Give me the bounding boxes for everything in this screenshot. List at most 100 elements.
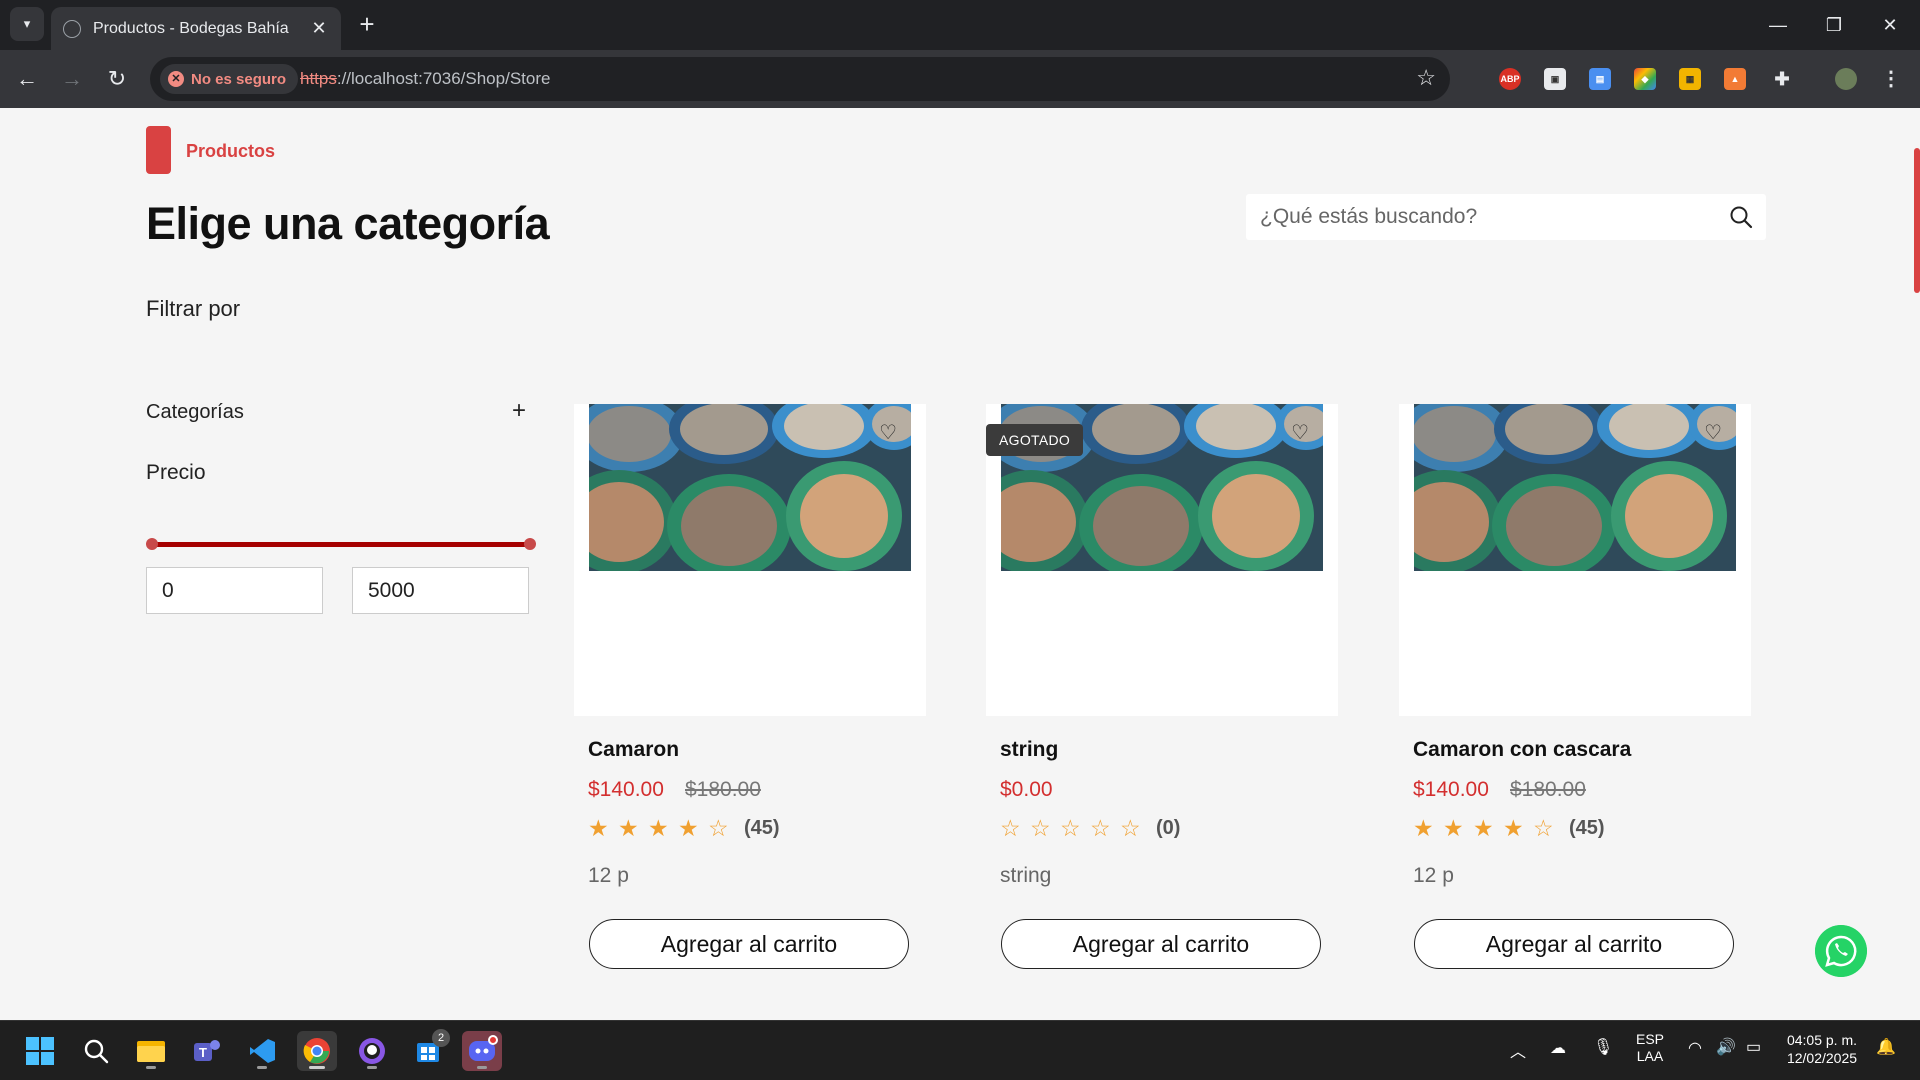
star-filled-icon: ★ xyxy=(618,815,639,841)
star-filled-icon: ★ xyxy=(1413,815,1434,841)
wifi-icon[interactable]: ◠ xyxy=(1688,1038,1702,1058)
teams-icon[interactable]: T xyxy=(187,1031,227,1071)
star-empty-icon: ☆ xyxy=(1030,815,1051,841)
discord-icon[interactable] xyxy=(462,1031,502,1071)
wishlist-heart-icon[interactable]: ♡ xyxy=(879,420,897,445)
onedrive-cloud-icon[interactable]: ☁ xyxy=(1550,1038,1566,1058)
page-scrollbar[interactable] xyxy=(1912,108,1920,1020)
product-image[interactable]: ♡ xyxy=(1414,404,1736,571)
product-description: string xyxy=(1000,864,1052,887)
clock[interactable]: 04:05 p. m. 12/02/2025 xyxy=(1782,1031,1862,1067)
add-to-cart-button[interactable]: Agregar al carrito xyxy=(1414,919,1734,969)
review-count: (0) xyxy=(1156,817,1181,839)
extensions-puzzle-icon[interactable]: ✚ xyxy=(1771,68,1793,90)
whatsapp-icon[interactable] xyxy=(1815,925,1867,977)
price-range-slider[interactable] xyxy=(146,537,536,551)
price-range-track xyxy=(149,542,533,547)
reload-button[interactable]: ↻ xyxy=(100,62,134,96)
restore-button[interactable]: ❐ xyxy=(1814,10,1854,40)
product-rating: ★ ★ ★ ★ ☆ (45) xyxy=(1413,815,1605,842)
notification-dot xyxy=(488,1035,498,1045)
product-name[interactable]: Camaron xyxy=(588,738,679,762)
running-indicator xyxy=(477,1066,487,1069)
address-bar[interactable]: ✕ No es seguro https://localhost:7036/Sh… xyxy=(150,57,1450,101)
page-title: Elige una categoría xyxy=(146,198,550,249)
tab-title: Productos - Bodegas Bahía xyxy=(93,19,289,37)
url-text[interactable]: https://localhost:7036/Shop/Store xyxy=(300,69,550,89)
star-filled-icon: ★ xyxy=(1443,815,1464,841)
language-code: ESP xyxy=(1635,1031,1664,1047)
fox-extension-icon[interactable]: ▲ xyxy=(1724,68,1746,90)
product-name[interactable]: string xyxy=(1000,738,1058,762)
tray-overflow-chevron-icon[interactable]: ︿ xyxy=(1510,1038,1526,1062)
shrimp-baskets-image xyxy=(589,404,911,571)
product-name[interactable]: Camaron con cascara xyxy=(1413,738,1631,762)
wishlist-heart-icon[interactable]: ♡ xyxy=(1704,420,1722,445)
review-count: (45) xyxy=(744,817,780,839)
categories-filter-toggle[interactable]: Categorías + xyxy=(146,397,526,431)
notification-bell-icon[interactable]: 🔔 xyxy=(1876,1037,1896,1057)
keyboard-extension-icon[interactable]: ▦ xyxy=(1679,68,1701,90)
volume-icon[interactable]: 🔊 xyxy=(1716,1037,1736,1057)
security-chip[interactable]: ✕ No es seguro xyxy=(160,64,299,94)
categories-label: Categorías xyxy=(146,401,244,423)
price-max-handle[interactable] xyxy=(524,538,536,550)
site-favicon-icon xyxy=(63,19,81,38)
notes-extension-icon[interactable]: ▤ xyxy=(1589,68,1611,90)
wishlist-heart-icon[interactable]: ♡ xyxy=(1291,420,1309,445)
running-indicator xyxy=(367,1066,377,1069)
star-empty-icon: ☆ xyxy=(1090,815,1111,841)
star-empty-icon: ☆ xyxy=(1000,815,1021,841)
price-max-input[interactable] xyxy=(352,567,529,614)
star-filled-icon: ★ xyxy=(588,815,609,841)
security-label: No es seguro xyxy=(191,70,287,88)
scrollbar-thumb[interactable] xyxy=(1914,148,1920,293)
profile-avatar[interactable] xyxy=(1835,68,1857,90)
star-filled-icon: ★ xyxy=(648,815,669,841)
product-price: $140.00 xyxy=(1413,778,1489,801)
browser-menu-icon[interactable]: ⋮ xyxy=(1880,68,1902,90)
plus-icon[interactable]: + xyxy=(512,397,526,425)
price-label: Precio xyxy=(146,461,206,484)
vscode-icon[interactable] xyxy=(242,1031,282,1071)
adblock-extension-icon[interactable]: ABP xyxy=(1499,68,1521,90)
back-button[interactable]: ← xyxy=(10,62,44,96)
tab-close-icon[interactable]: ✕ xyxy=(309,18,329,39)
product-image[interactable]: ♡ xyxy=(589,404,911,571)
search-box xyxy=(1246,194,1766,240)
file-explorer-icon[interactable] xyxy=(131,1031,171,1071)
bookmark-star-icon[interactable]: ☆ xyxy=(1416,65,1436,91)
product-description: 12 p xyxy=(1413,864,1454,887)
product-old-price: $180.00 xyxy=(1510,778,1586,801)
filter-heading: Filtrar por xyxy=(146,296,241,321)
star-empty-icon: ☆ xyxy=(1533,815,1554,841)
github-icon[interactable] xyxy=(352,1031,392,1071)
price-min-input[interactable] xyxy=(146,567,323,614)
browser-tab[interactable]: Productos - Bodegas Bahía ✕ xyxy=(51,7,341,50)
price-min-handle[interactable] xyxy=(146,538,158,550)
input-language-indicator[interactable]: ESP LAA xyxy=(1630,1031,1670,1065)
windows-start-icon[interactable] xyxy=(20,1031,60,1071)
taskbar-search-icon[interactable] xyxy=(76,1031,116,1071)
chrome-icon[interactable] xyxy=(297,1031,337,1071)
forward-button[interactable]: → xyxy=(55,62,89,96)
close-window-button[interactable]: ✕ xyxy=(1870,10,1910,40)
product-media: ♡ AGOTADO xyxy=(986,404,1338,716)
battery-icon[interactable]: ▭ xyxy=(1746,1037,1761,1057)
svg-text:T: T xyxy=(199,1045,207,1060)
browser-toolbar: ← → ↻ ✕ No es seguro https://localhost:7… xyxy=(0,50,1920,108)
new-tab-button[interactable]: + xyxy=(352,10,382,40)
star-empty-icon: ☆ xyxy=(708,815,729,841)
search-icon[interactable] xyxy=(1728,204,1754,230)
add-to-cart-button[interactable]: Agregar al carrito xyxy=(1001,919,1321,969)
tab-search-button[interactable]: ▾ xyxy=(10,7,44,41)
color-picker-extension-icon[interactable]: ◆ xyxy=(1634,68,1656,90)
microphone-icon[interactable]: 🎙 xyxy=(1593,1037,1613,1057)
search-input[interactable] xyxy=(1260,194,1720,240)
picture-in-picture-extension-icon[interactable]: ▣ xyxy=(1544,68,1566,90)
microsoft-store-icon[interactable]: 2 xyxy=(408,1029,450,1071)
breadcrumb[interactable]: Productos xyxy=(186,141,275,162)
product-price: $140.00 xyxy=(588,778,664,801)
minimize-button[interactable]: — xyxy=(1758,10,1798,40)
add-to-cart-button[interactable]: Agregar al carrito xyxy=(589,919,909,969)
